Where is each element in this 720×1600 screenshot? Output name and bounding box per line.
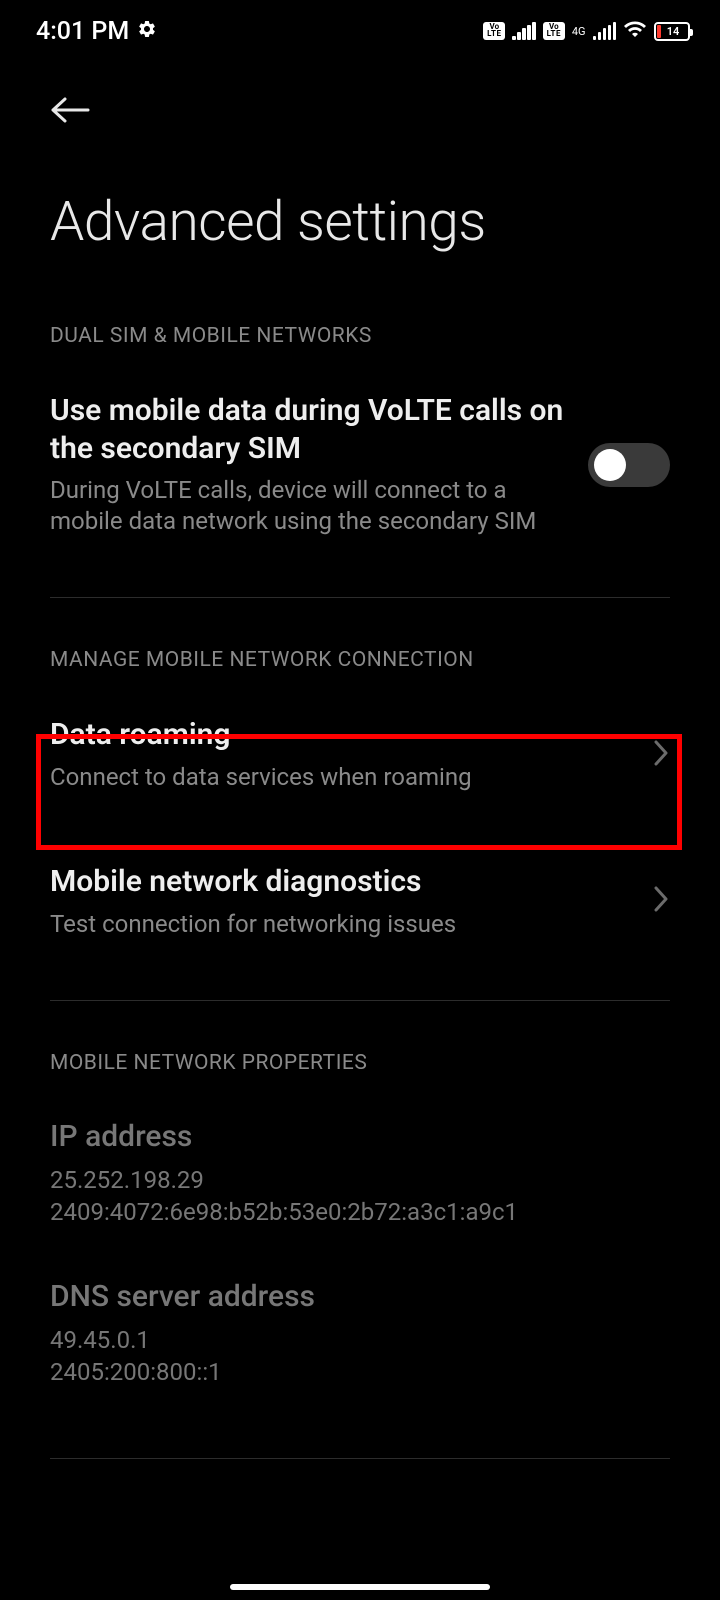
setting-title: Use mobile data during VoLTE calls on th…: [50, 392, 568, 467]
setting-subtitle: Connect to data services when roaming: [50, 762, 632, 793]
setting-subtitle: Test connection for networking issues: [50, 909, 632, 940]
network-type-label: 4G: [572, 26, 586, 37]
status-left: 4:01 PM: [36, 17, 157, 46]
setting-volte-secondary-sim[interactable]: Use mobile data during VoLTE calls on th…: [0, 372, 720, 557]
info-value-dns2: 2405:200:800::1: [50, 1356, 670, 1388]
info-value-ipv6: 2409:4072:6e98:b52b:53e0:2b72:a3c1:a9c1: [50, 1196, 670, 1228]
back-button[interactable]: [50, 90, 90, 130]
toggle-volte-secondary[interactable]: [588, 443, 670, 487]
setting-title: Mobile network diagnostics: [50, 863, 632, 901]
home-indicator[interactable]: [230, 1584, 490, 1590]
info-title: IP address: [50, 1119, 670, 1154]
wifi-icon: [623, 17, 647, 45]
info-value-dns1: 49.45.0.1: [50, 1324, 670, 1356]
volte-badge-1: VoLTE: [483, 22, 505, 40]
info-title: DNS server address: [50, 1279, 670, 1314]
info-value-ipv4: 25.252.198.29: [50, 1164, 670, 1196]
chevron-right-icon: [652, 738, 670, 772]
divider: [50, 1458, 670, 1459]
info-ip-address: IP address 25.252.198.29 2409:4072:6e98:…: [0, 1099, 720, 1259]
section-header-dual-sim: DUAL SIM & MOBILE NETWORKS: [0, 274, 720, 372]
gear-icon: [137, 19, 157, 43]
header: Advanced settings: [0, 60, 720, 274]
setting-subtitle: During VoLTE calls, device will connect …: [50, 475, 568, 537]
setting-data-roaming[interactable]: Data roaming Connect to data services wh…: [0, 696, 720, 813]
setting-network-diagnostics[interactable]: Mobile network diagnostics Test connecti…: [0, 843, 720, 960]
status-right: VoLTE VoLTE 4G 14: [483, 17, 690, 45]
section-header-network-properties: MOBILE NETWORK PROPERTIES: [0, 1001, 720, 1099]
signal-bars-1: [512, 22, 536, 40]
chevron-right-icon: [652, 884, 670, 918]
status-time: 4:01 PM: [36, 17, 129, 46]
battery-percent: 14: [657, 25, 689, 38]
section-header-manage-connection: MANAGE MOBILE NETWORK CONNECTION: [0, 598, 720, 696]
setting-title: Data roaming: [50, 716, 632, 754]
battery-icon: 14: [654, 22, 690, 41]
signal-bars-2: [593, 22, 617, 40]
page-title: Advanced settings: [50, 190, 670, 254]
info-dns-address: DNS server address 49.45.0.1 2405:200:80…: [0, 1259, 720, 1419]
volte-badge-2: VoLTE: [543, 22, 565, 40]
status-bar: 4:01 PM VoLTE VoLTE 4G 14: [0, 0, 720, 60]
